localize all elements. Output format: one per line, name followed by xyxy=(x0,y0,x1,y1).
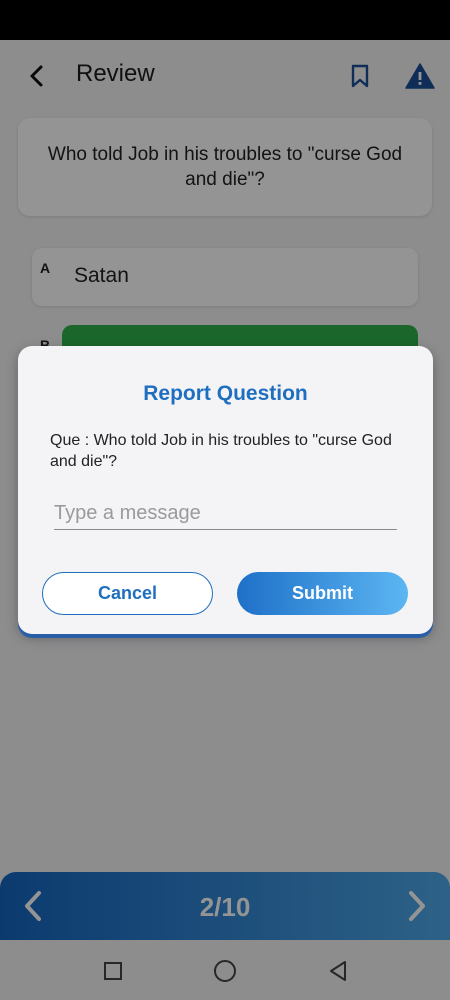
dialog-title: Report Question xyxy=(143,382,308,405)
dialog-question-text: Que : Who told Job in his troubles to "c… xyxy=(50,432,392,470)
status-bar xyxy=(0,0,450,40)
message-input[interactable] xyxy=(54,498,397,530)
report-dialog: Report Question Que : Who told Job in hi… xyxy=(18,346,433,634)
submit-button[interactable]: Submit xyxy=(237,572,408,615)
cancel-button[interactable]: Cancel xyxy=(42,572,213,615)
